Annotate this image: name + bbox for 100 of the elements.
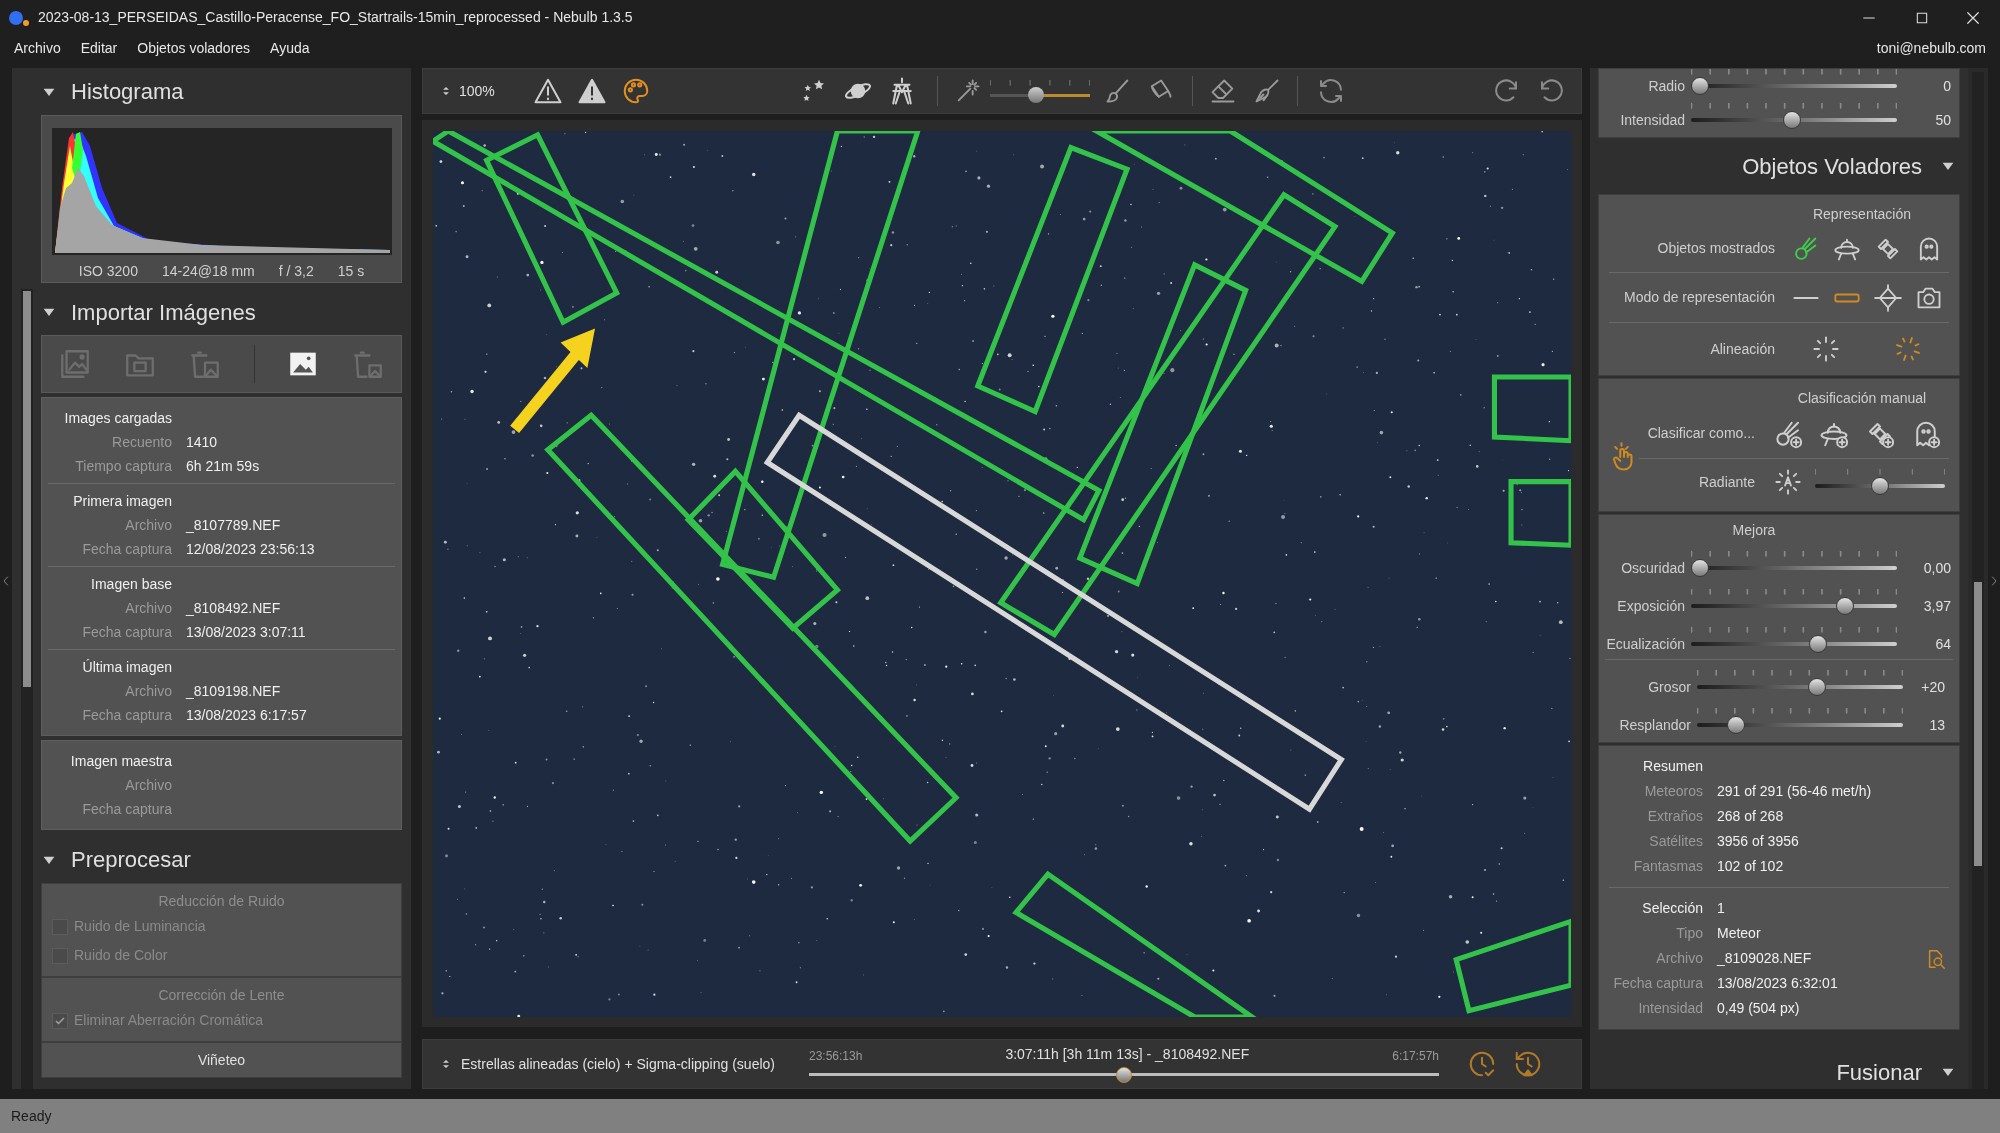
detection-outline[interactable] [1491, 374, 1571, 443]
rotated-star-burst-icon[interactable] [1894, 335, 1922, 363]
field-label: Fantasmas [1632, 857, 1703, 876]
field-value: _8108492.NEF [186, 598, 281, 618]
slider-value: 3,97 [1922, 597, 1952, 615]
crosshair-diamond-icon[interactable] [1873, 283, 1902, 312]
detection-outline[interactable] [684, 467, 842, 632]
slider-label: Resplandor [1618, 716, 1692, 734]
field-label: Satélites [1648, 832, 1703, 851]
slider-thumb[interactable] [1116, 1067, 1132, 1083]
app-logo-icon [8, 8, 30, 27]
selected-detection-outline[interactable] [763, 411, 1345, 813]
field-label: Archivo [124, 681, 172, 701]
slider[interactable] [989, 86, 1090, 103]
slider-label: Grosor [1647, 678, 1692, 696]
slider-label: Ecualización [1605, 635, 1686, 653]
field-value: 1410 [186, 432, 218, 452]
detection-outline[interactable] [1453, 917, 1571, 1014]
slider[interactable] [1691, 635, 1897, 653]
slider-thumb[interactable] [1783, 111, 1802, 129]
slider[interactable] [1815, 477, 1945, 495]
detection-outline[interactable] [719, 130, 922, 580]
detection-outline[interactable] [1508, 478, 1571, 548]
warning-filled-icon[interactable] [576, 76, 607, 106]
row-label: Radiante [1697, 472, 1756, 492]
slider-thumb[interactable] [1691, 559, 1709, 577]
exif-value: 14-24@18 mm [161, 262, 255, 281]
window-title: 2023-08-13_PERSEIDAS_Castillo-Peracense_FO_Startrails-15min_reprocessed - Nebulb 1.3.5 [38, 8, 633, 27]
detection-outline[interactable] [544, 411, 960, 845]
menu-item[interactable]: Ayuda [262, 38, 318, 59]
slider-value: +20 [1920, 678, 1946, 696]
exif-value: f / 3,2 [278, 262, 314, 281]
radiant-icon[interactable] [1774, 468, 1802, 496]
scrollbar-thumb[interactable] [22, 291, 31, 687]
detection-outline[interactable] [974, 143, 1131, 415]
field-value: 268 of 268 [1717, 807, 1784, 826]
detection-outline[interactable] [997, 190, 1339, 638]
field-label: Selección [1641, 899, 1703, 918]
scrollbar-track[interactable] [1972, 72, 1984, 1089]
scrollbar-track[interactable] [20, 289, 33, 1089]
clock-history-icon[interactable] [1513, 1049, 1543, 1079]
field-value: 102 of 102 [1717, 857, 1784, 876]
slider[interactable] [1691, 111, 1897, 129]
slider[interactable] [1697, 716, 1903, 734]
zoom-level[interactable]: 100% [459, 80, 495, 102]
slider-label: Exposición [1616, 597, 1686, 615]
group-title: Imagen maestra [69, 751, 172, 771]
section-title[interactable]: Fusionar [1836, 1055, 1922, 1089]
slider-value: 50 [1934, 111, 1952, 129]
group-title: Imagen base [90, 574, 172, 594]
field-value: _8109028.NEF [1717, 949, 1812, 968]
section-title[interactable]: Importar Imágenes [71, 295, 256, 329]
scrollbar-thumb[interactable] [1974, 582, 1982, 866]
slider-thumb[interactable] [1691, 77, 1709, 95]
field-value: 6h 21m 59s [186, 456, 260, 476]
field-label: Fecha captura [81, 539, 172, 559]
slider-thumb[interactable] [1809, 635, 1828, 653]
detection-outline[interactable] [1076, 260, 1249, 587]
timeline-slider[interactable] [809, 1067, 1439, 1083]
timeline-start: 23:56:13h [809, 1048, 863, 1065]
slider[interactable] [1691, 559, 1897, 577]
field-label: Intensidad [1637, 999, 1703, 1018]
section-title[interactable]: Histograma [71, 75, 184, 108]
exif-value: ISO 3200 [78, 262, 138, 281]
check-icon [54, 1014, 66, 1027]
section-title[interactable]: Preprocesar [71, 843, 191, 876]
slider-label: Radio [1647, 77, 1686, 95]
menu-item[interactable]: Editar [72, 38, 126, 59]
slider-thumb[interactable] [1871, 477, 1889, 495]
clock-check-icon[interactable] [1467, 1049, 1497, 1079]
row-label: Modo de representación [1623, 288, 1776, 307]
slider-thumb[interactable] [1835, 597, 1854, 615]
star-burst-icon[interactable] [1812, 335, 1840, 363]
slider-label: Intensidad [1619, 111, 1686, 129]
field-value: 1 [1717, 899, 1725, 918]
group-title: Última imagen [81, 657, 172, 677]
field-value: 13/08/2023 3:07:11 [186, 622, 306, 642]
slider-thumb[interactable] [1727, 716, 1746, 734]
warning-outline-icon[interactable] [532, 76, 563, 106]
slider[interactable] [1697, 678, 1903, 696]
group-title: Resumen [1642, 757, 1703, 776]
section-title[interactable]: Objetos Voladores [1742, 149, 1922, 183]
slider-thumb[interactable] [1027, 86, 1044, 103]
card-heading: Mejora [1732, 521, 1776, 540]
field-label: Fecha captura [81, 622, 172, 642]
field-value: 13/08/2023 6:32:01 [1717, 974, 1838, 993]
account-email[interactable]: toni@nebulb.com [1876, 38, 1986, 59]
slider[interactable] [1691, 597, 1897, 615]
field-label: Tiempo captura [74, 456, 172, 476]
detection-outline[interactable] [483, 130, 621, 326]
detection-outline[interactable] [433, 130, 1103, 523]
stacking-mode[interactable]: Estrellas alineadas (cielo) + Sigma-clipping (suelo) [461, 1053, 775, 1075]
field-label: Archivo [124, 598, 172, 618]
group-title: Primera imagen [72, 491, 172, 511]
slider-thumb[interactable] [1807, 678, 1826, 696]
menu-item[interactable]: Objetos voladores [129, 38, 259, 59]
card-heading: Viñeteo [196, 1051, 247, 1070]
slider[interactable] [1691, 77, 1897, 95]
menu-item[interactable]: Archivo [6, 38, 69, 59]
field-label: Archivo [124, 515, 172, 535]
